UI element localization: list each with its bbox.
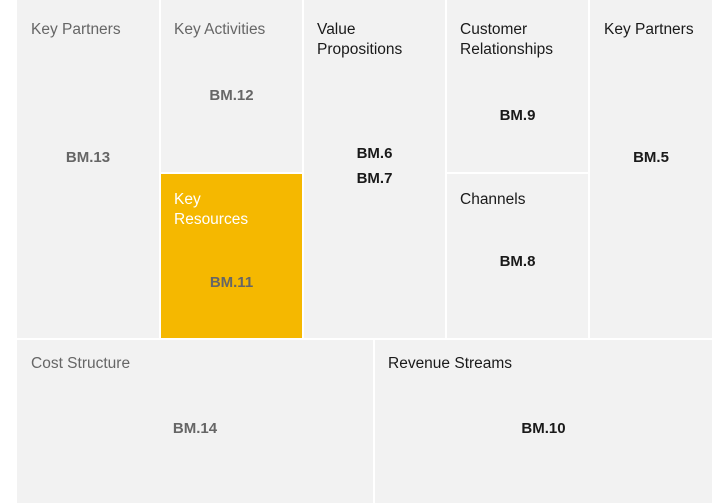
channels-block: Channels BM.8 (447, 174, 588, 338)
value-propositions-title: Value Propositions (317, 21, 403, 58)
key-partners-left-block: Key Partners BM.13 (17, 0, 159, 338)
cost-structure-title: Cost Structure (31, 355, 131, 372)
key-activities-code: BM.12 (209, 87, 254, 104)
value-propositions-code-2: BM.7 (356, 170, 393, 187)
key-partners-left-title: Key Partners (31, 21, 121, 38)
channels-title: Channels (460, 191, 526, 208)
cost-structure-code: BM.14 (172, 420, 218, 437)
key-partners-right-code: BM.5 (633, 149, 669, 166)
key-resources-block: Key Resources BM.11 (161, 174, 302, 338)
key-partners-right-block: Key Partners BM.5 (590, 0, 712, 338)
key-activities-block: Key Activities BM.12 (161, 0, 302, 172)
customer-relationships-block: Customer Relationships BM.9 (447, 0, 588, 172)
key-resources-title: Key Resources (174, 191, 249, 228)
revenue-streams-code: BM.10 (521, 420, 566, 437)
key-partners-right-title: Key Partners (604, 21, 694, 38)
customer-relationships-code: BM.9 (499, 107, 536, 124)
customer-relationships-title: Customer Relationships (460, 21, 554, 58)
revenue-streams-title: Revenue Streams (388, 355, 513, 372)
revenue-streams-block: Revenue Streams BM.10 (375, 340, 712, 503)
key-resources-code: BM.11 (209, 274, 254, 291)
key-partners-left-code: BM.13 (65, 149, 111, 166)
value-propositions-block: Value Propositions BM.6 BM.7 (304, 0, 445, 338)
cost-structure-block: Cost Structure BM.14 (17, 340, 373, 503)
value-propositions-code-1: BM.6 (356, 145, 393, 162)
key-activities-title: Key Activities (174, 21, 266, 38)
channels-code: BM.8 (499, 253, 536, 270)
